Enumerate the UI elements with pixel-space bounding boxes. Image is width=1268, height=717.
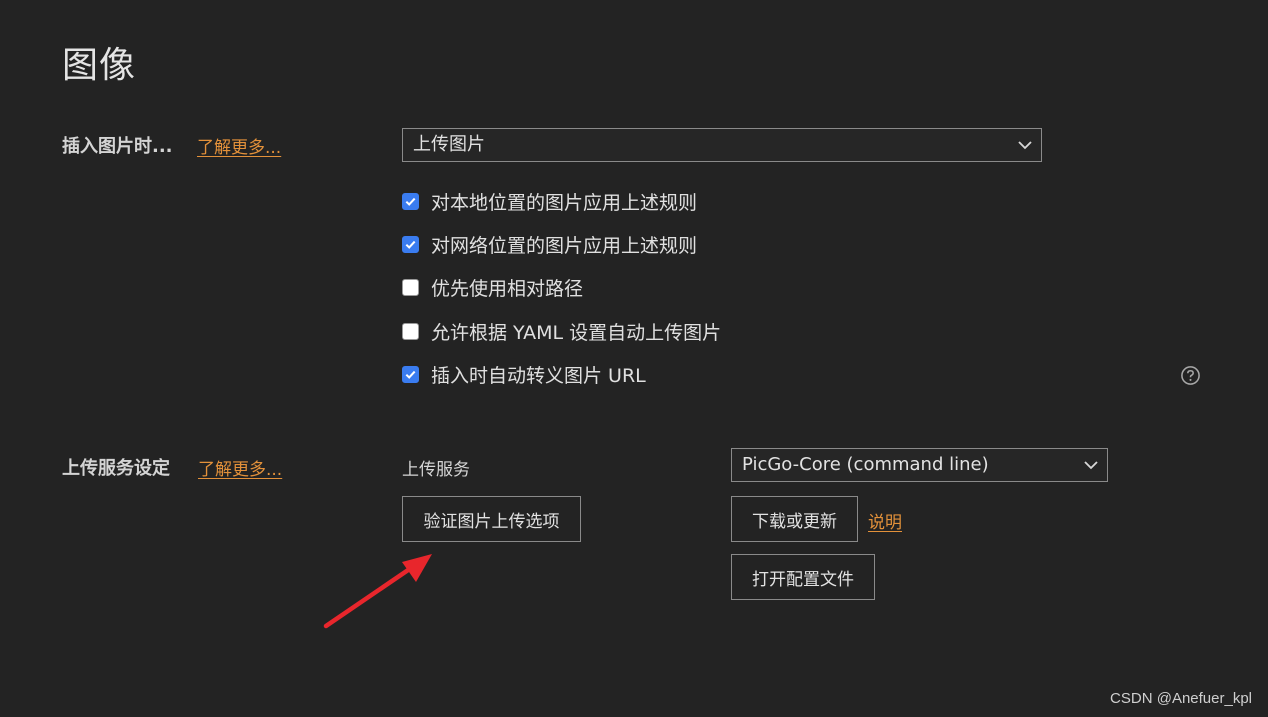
upload-service-select[interactable]: PicGo-Core (command line) [731,448,1108,482]
check-icon [405,197,416,206]
checkbox-unchecked[interactable] [402,278,419,296]
watermark: CSDN @Anefuer_kpl [1110,690,1252,707]
explain-link[interactable]: 说明 [868,508,902,533]
upload-learn-more-link[interactable]: 了解更多... [198,455,282,480]
option-relative-path[interactable]: 优先使用相对路径 [402,275,584,300]
checkbox-unchecked[interactable] [402,322,419,340]
preferences-image-panel: 图像 插入图片时... 了解更多... 上传图片 对本地位置的图片应用上述规则 … [0,0,1268,717]
checkbox-checked[interactable] [402,235,419,253]
page-title: 图像 [62,45,137,86]
upload-service-select-value: PicGo-Core (command line) [742,454,989,475]
option-local-images[interactable]: 对本地位置的图片应用上述规则 [402,189,698,214]
open-config-button[interactable]: 打开配置文件 [731,554,875,600]
checkbox-checked[interactable] [402,365,419,383]
option-label: 对本地位置的图片应用上述规则 [431,191,698,214]
upload-service-label: 上传服务 [402,460,470,480]
option-label: 允许根据 YAML 设置自动上传图片 [431,321,722,344]
red-arrow-icon [323,554,432,629]
option-label: 对网络位置的图片应用上述规则 [431,234,698,257]
option-escape-url[interactable]: 插入时自动转义图片 URL [402,362,646,387]
chevron-down-icon [1018,141,1032,150]
insert-learn-more-link[interactable]: 了解更多... [197,133,281,158]
check-icon [405,240,416,249]
checkbox-checked[interactable] [402,192,419,210]
option-label: 优先使用相对路径 [431,277,584,300]
verify-upload-button[interactable]: 验证图片上传选项 [402,496,581,542]
upload-section-label: 上传服务设定 [62,458,170,479]
chevron-down-icon [1084,461,1098,470]
insert-section-label: 插入图片时... [62,136,173,157]
help-circle-icon[interactable] [1180,365,1201,386]
insert-action-select-value: 上传图片 [413,134,485,155]
insert-action-select[interactable]: 上传图片 [402,128,1042,162]
option-yaml-auto-upload[interactable]: 允许根据 YAML 设置自动上传图片 [402,319,722,344]
check-icon [405,370,416,379]
download-update-button[interactable]: 下载或更新 [731,496,858,542]
option-network-images[interactable]: 对网络位置的图片应用上述规则 [402,232,698,257]
option-label: 插入时自动转义图片 URL [431,364,646,387]
